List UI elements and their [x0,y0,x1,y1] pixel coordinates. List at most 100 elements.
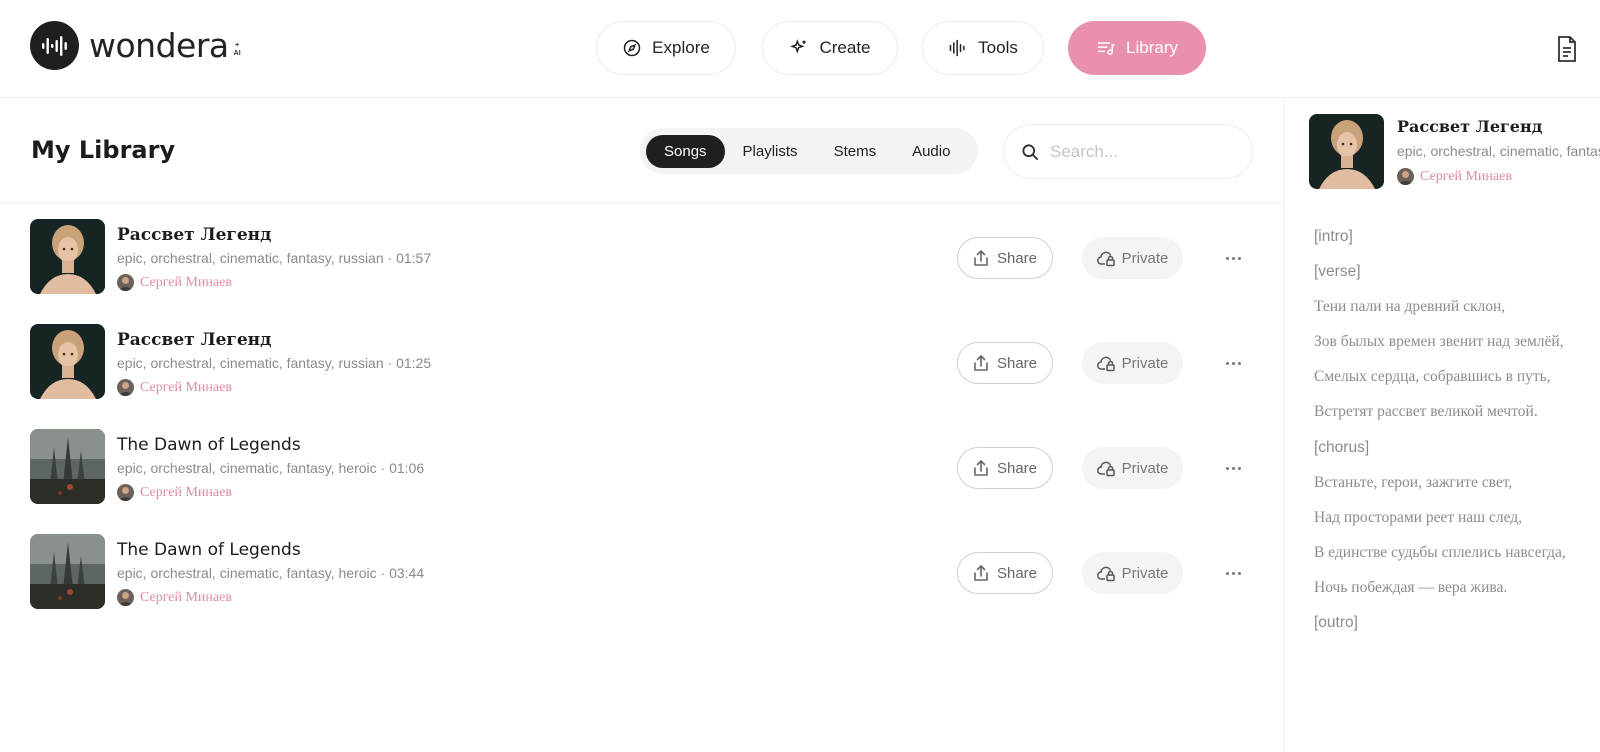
song-cover-portrait[interactable] [30,219,105,294]
share-icon [974,460,988,476]
lyric-line: Смелых сердца, собравшись в путь, [1314,368,1551,386]
share-label: Share [996,354,1038,372]
detail-cover[interactable] [1309,114,1384,189]
content-type-tabs: Songs Playlists Stems Audio [640,128,978,174]
lock-cloud-icon [1096,356,1115,372]
nav-library[interactable]: Library [1068,21,1206,75]
lyric-line: [intro] [1314,228,1353,245]
tab-songs[interactable]: Songs [646,134,725,168]
nav-explore[interactable]: Explore [596,21,736,75]
song-title[interactable]: The Dawn of Legends [117,540,301,560]
song-cover-portrait[interactable] [30,324,105,399]
share-label: Share [996,459,1038,477]
brand-logo[interactable]: wondera + AI [30,21,241,70]
privacy-button[interactable]: Private [1082,342,1183,384]
share-icon [974,355,988,371]
brand-ai-mark: + AI [234,42,241,58]
nav-explore-label: Explore [652,38,710,57]
lyric-line: Встретят рассвет великой мечтой. [1314,403,1538,421]
avatar [1397,168,1414,185]
more-options-icon[interactable] [1218,349,1248,377]
detail-author[interactable]: Сергей Минаев [1397,168,1512,185]
lyrics-panel: [intro] [verse] Тени пали на древний скл… [1314,228,1600,649]
lyric-line: Зов былых времен звенит над землёй, [1314,333,1564,351]
song-author[interactable]: Сергей Минаев [117,379,232,396]
share-icon [974,250,988,266]
share-button[interactable]: Share [957,552,1053,594]
song-author[interactable]: Сергей Минаев [117,589,232,606]
tab-audio[interactable]: Audio [894,135,968,168]
tab-playlists[interactable]: Playlists [725,135,816,168]
waveform-icon [949,39,965,57]
author-name: Сергей Минаев [140,274,232,290]
song-author[interactable]: Сергей Минаев [117,484,232,501]
brand-name: wondera [89,26,229,65]
lyric-line: [outro] [1314,614,1358,632]
song-meta: epic, orchestral, cinematic, fantasy, he… [117,460,425,476]
avatar [117,589,134,606]
document-icon[interactable] [1555,35,1579,63]
author-name: Сергей Минаев [140,589,232,605]
song-title[interactable]: The Dawn of Legends [117,435,301,455]
search-input[interactable] [1050,141,1230,162]
share-button[interactable]: Share [957,342,1053,384]
nav-create[interactable]: Create [762,21,898,75]
song-author[interactable]: Сергей Минаев [117,274,232,291]
more-options-icon[interactable] [1218,454,1248,482]
lock-cloud-icon [1096,566,1115,582]
song-row[interactable]: Рассвет Легенд epic, orchestral, cinemat… [0,324,1284,424]
lyric-line: Тени пали на древний склон, [1314,298,1506,316]
private-label: Private [1121,354,1169,372]
lyric-line: [chorus] [1314,438,1370,456]
share-button[interactable]: Share [957,447,1053,489]
private-label: Private [1121,564,1169,582]
lyric-line: [verse] [1314,263,1361,281]
sparkle-icon [790,39,807,54]
brand-sup: + [235,41,240,49]
private-label: Private [1121,459,1169,477]
search-box[interactable] [1003,124,1253,179]
song-title[interactable]: Рассвет Легенд [117,225,271,245]
tab-stems[interactable]: Stems [816,135,895,168]
brand-sub: AI [233,49,241,57]
nav-create-label: Create [819,38,871,57]
lyric-line: Над просторами реет наш след, [1314,508,1523,526]
top-bar: wondera + AI Explore Create Tools Librar… [0,0,1600,98]
avatar [117,274,134,291]
compass-icon [623,39,641,57]
privacy-button[interactable]: Private [1082,552,1183,594]
song-row[interactable]: Рассвет Легенд epic, orchestral, cinemat… [0,219,1284,319]
detail-meta: epic, orchestral, cinematic, fantasy [1397,143,1600,159]
share-icon [974,565,988,581]
privacy-button[interactable]: Private [1082,237,1183,279]
share-label: Share [996,564,1038,582]
lock-cloud-icon [1096,251,1115,267]
song-cover-castle[interactable] [30,429,105,504]
song-row[interactable]: The Dawn of Legends epic, orchestral, ci… [0,429,1284,529]
lyric-line: Встаньте, герои, зажгите свет, [1314,473,1513,491]
song-title[interactable]: Рассвет Легенд [117,330,271,350]
avatar [117,379,134,396]
page-title: My Library [31,136,176,164]
library-icon [1097,42,1115,56]
search-icon [1022,143,1038,160]
author-name: Сергей Минаев [1420,168,1512,184]
avatar [117,484,134,501]
more-options-icon[interactable] [1218,244,1248,272]
lock-cloud-icon [1096,461,1115,477]
song-cover-castle[interactable] [30,534,105,609]
detail-title: Рассвет Легенд [1397,117,1543,136]
private-label: Private [1121,249,1169,267]
nav-tools-label: Tools [978,38,1018,57]
nav-library-label: Library [1126,38,1178,57]
song-row[interactable]: The Dawn of Legends epic, orchestral, ci… [0,534,1284,634]
share-button[interactable]: Share [957,237,1053,279]
author-name: Сергей Минаев [140,484,232,500]
list-divider [0,203,1284,204]
pane-divider [1283,98,1284,752]
nav-tools[interactable]: Tools [922,21,1044,75]
lyric-line: Ночь побеждая — вера жива. [1314,578,1508,596]
song-meta: epic, orchestral, cinematic, fantasy, ru… [117,355,432,371]
privacy-button[interactable]: Private [1082,447,1183,489]
more-options-icon[interactable] [1218,559,1248,587]
